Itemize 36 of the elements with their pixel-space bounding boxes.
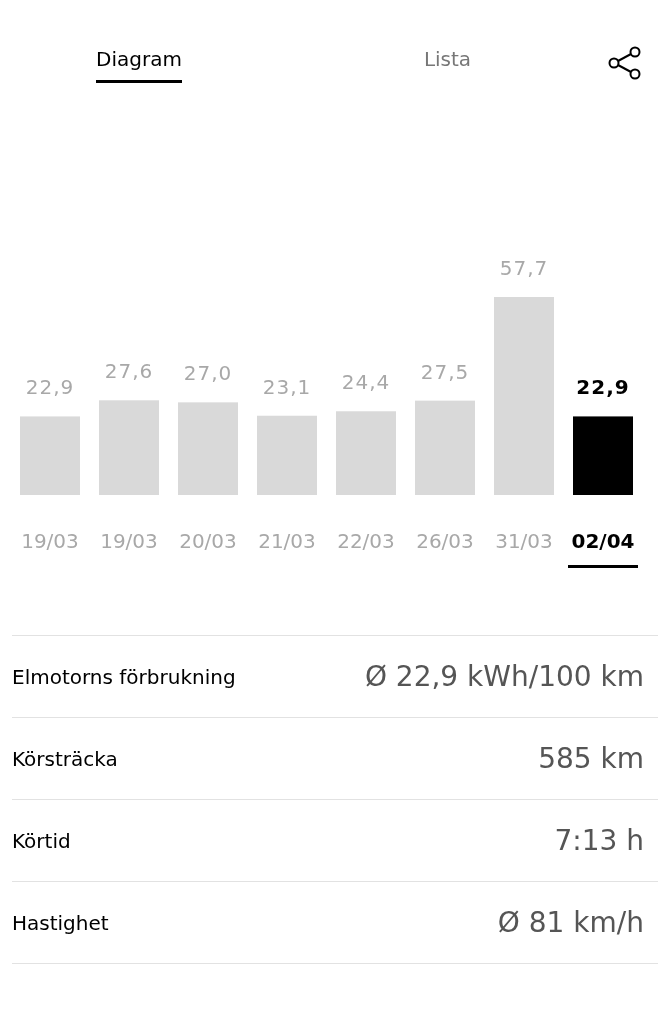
date-label[interactable]: 20/03 bbox=[179, 529, 237, 553]
share-icon[interactable] bbox=[608, 46, 642, 80]
value-label: 22,9 bbox=[25, 375, 75, 400]
value-label: 22,9 bbox=[576, 375, 630, 400]
stat-label: Körsträcka bbox=[12, 745, 118, 773]
stat-label: Elmotorns förbrukning bbox=[12, 663, 236, 691]
selection-underline bbox=[568, 565, 638, 568]
stat-value: 7:13 h bbox=[554, 822, 645, 859]
date-label[interactable]: 26/03 bbox=[416, 529, 474, 553]
date-label[interactable]: 31/03 bbox=[495, 529, 553, 553]
date-label[interactable]: 21/03 bbox=[258, 529, 316, 553]
view-tab[interactable]: Diagram bbox=[96, 44, 182, 83]
date-label[interactable]: 19/03 bbox=[21, 529, 79, 553]
stat-value: 585 km bbox=[538, 740, 645, 777]
bar[interactable] bbox=[99, 400, 159, 495]
date-label[interactable]: 19/03 bbox=[100, 529, 158, 553]
date-label[interactable]: 02/04 bbox=[571, 529, 635, 553]
value-label: 27,0 bbox=[183, 361, 233, 386]
value-label: 27,5 bbox=[420, 359, 470, 384]
bar[interactable] bbox=[20, 416, 80, 495]
bar[interactable] bbox=[178, 402, 238, 495]
stat-label: Hastighet bbox=[12, 909, 109, 937]
value-label: 24,4 bbox=[341, 370, 391, 395]
bar[interactable] bbox=[494, 297, 554, 495]
stat-label: Körtid bbox=[12, 827, 71, 855]
view-tab[interactable]: Lista bbox=[423, 44, 472, 83]
stat-value: Ø 81 km/h bbox=[497, 904, 645, 941]
bar[interactable] bbox=[415, 400, 475, 495]
bar[interactable] bbox=[573, 416, 633, 495]
value-label: 27,6 bbox=[104, 359, 154, 384]
stat-value: Ø 22,9 kWh/100 km bbox=[364, 658, 645, 695]
bar[interactable] bbox=[257, 415, 317, 495]
value-label: 23,1 bbox=[262, 374, 312, 399]
bar[interactable] bbox=[336, 411, 396, 495]
date-label[interactable]: 22/03 bbox=[337, 529, 395, 553]
value-label: 57,7 bbox=[499, 256, 549, 280]
